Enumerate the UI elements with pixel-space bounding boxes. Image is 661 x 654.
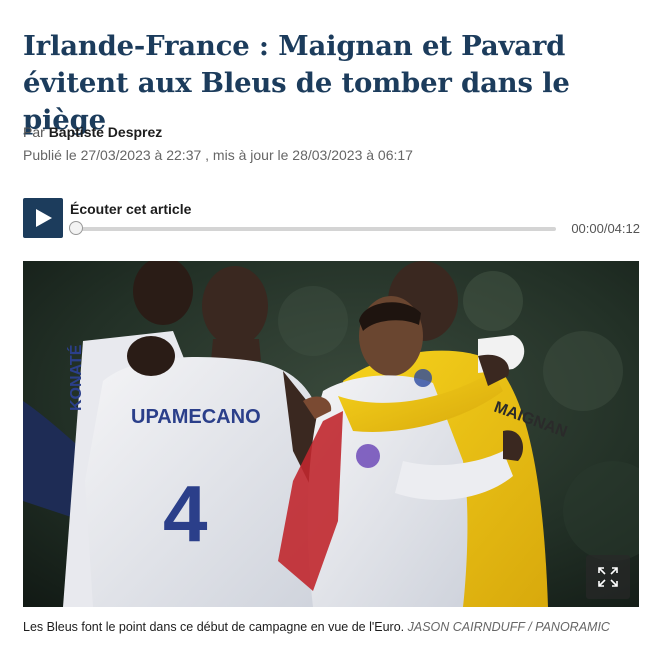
photo-caption: Les Bleus font le point dans ce début de…: [23, 620, 648, 634]
publication-dates: Publié le 27/03/2023 à 22:37 , mis à jou…: [23, 147, 413, 163]
byline: Par Baptiste Desprez: [23, 124, 162, 140]
listen-article-label: Écouter cet article: [70, 201, 192, 217]
sleeve-name-text: KONATÉ: [66, 344, 85, 411]
photo-credit: JASON CAIRNDUFF / PANORAMIC: [407, 620, 610, 634]
caption-text: Les Bleus font le point dans ce début de…: [23, 620, 405, 634]
audio-player: Écouter cet article 00:00/04:12: [23, 198, 640, 240]
audio-time: 00:00/04:12: [571, 221, 640, 236]
photo-illustration: UPAMECANO 4 KONATÉ MAIGNAN: [23, 261, 639, 607]
play-button[interactable]: [23, 198, 63, 238]
audio-progress-knob[interactable]: [69, 221, 83, 235]
play-icon: [36, 209, 52, 227]
expand-icon: [598, 567, 618, 587]
jersey-name-text: UPAMECANO: [131, 406, 261, 428]
byline-prefix: Par: [23, 124, 45, 140]
article-headline: Irlande-France : Maignan et Pavard évite…: [23, 30, 570, 136]
expand-button[interactable]: [586, 555, 630, 599]
author-link[interactable]: Baptiste Desprez: [49, 124, 163, 140]
article-photo[interactable]: UPAMECANO 4 KONATÉ MAIGNAN: [23, 261, 639, 607]
jersey-number-text: 4: [163, 469, 208, 558]
audio-progress-track[interactable]: [70, 227, 556, 231]
